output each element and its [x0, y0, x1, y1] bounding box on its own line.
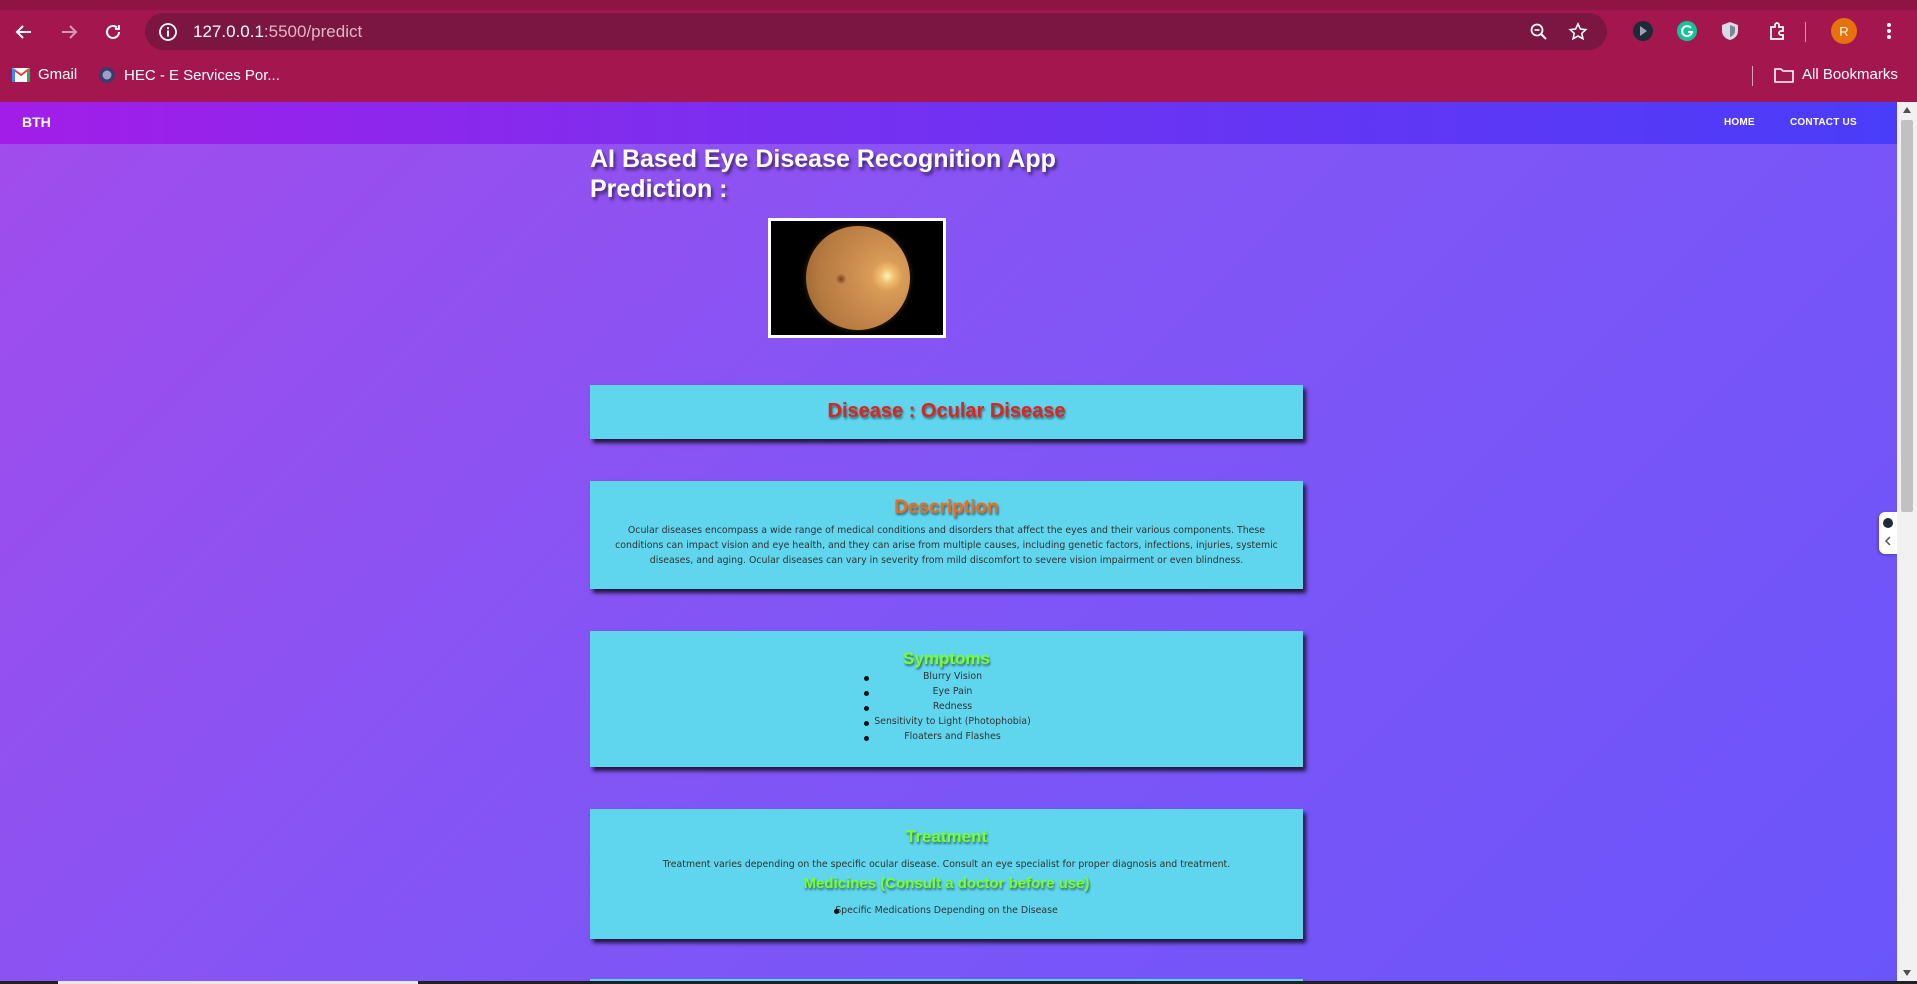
grammarly-icon[interactable] [1674, 18, 1700, 44]
medicines-heading: Medicines (Consult a doctor before use) [803, 875, 1090, 892]
side-panel-toggle[interactable] [1879, 512, 1897, 554]
medicines-list: Specific Medications Depending on the Di… [590, 905, 1303, 916]
all-bookmarks-button[interactable]: All Bookmarks [1774, 66, 1898, 83]
page-scrollbar[interactable] [1897, 102, 1917, 981]
extension-media-icon[interactable] [1630, 18, 1656, 44]
scroll-up-arrow-icon[interactable] [1897, 102, 1917, 118]
bookmark-gmail[interactable]: Gmail [12, 66, 77, 83]
bookmarks-bar: Gmail HEC - E Services Por... All Bookma… [0, 60, 1917, 92]
macula-spot [836, 274, 846, 284]
list-item: Sensitivity to Light (Photophobia) [590, 716, 1303, 731]
side-panel-icon [1883, 518, 1893, 546]
list-item: Floaters and Flashes [590, 731, 1303, 746]
description-card: Description Ocular diseases encompass a … [590, 481, 1303, 589]
site-navbar: BTH HOME CONTACT US [0, 102, 1897, 144]
brand-logo[interactable]: BTH [22, 114, 51, 130]
bookmark-label: HEC - E Services Por... [124, 66, 280, 84]
arrow-left-icon [15, 25, 31, 39]
zoom-icon[interactable] [1528, 21, 1550, 43]
list-item: Redness [590, 701, 1303, 716]
retina-fundus-image [806, 226, 910, 330]
forward-button[interactable] [53, 16, 85, 48]
list-item: Eye Pain [590, 686, 1303, 701]
bookmarks-divider [1752, 66, 1753, 86]
list-item: Specific Medications Depending on the Di… [590, 905, 1303, 916]
treatment-card: Treatment Treatment varies depending on … [590, 809, 1303, 939]
folder-icon [1774, 67, 1794, 83]
page-title: AI Based Eye Disease Recognition App Pre… [590, 144, 1190, 204]
address-bar[interactable]: 127.0.0.1:5500/predict [145, 13, 1607, 50]
nav-home-link[interactable]: HOME [1724, 117, 1755, 128]
description-text: Ocular diseases encompass a wide range o… [615, 525, 1278, 566]
reload-button[interactable] [97, 16, 129, 48]
more-menu-icon[interactable] [1876, 18, 1902, 44]
toolbar-divider [1805, 22, 1806, 42]
gmail-icon [12, 67, 30, 82]
symptoms-card: Symptoms Blurry Vision Eye Pain Redness … [590, 631, 1303, 767]
treatment-heading: Treatment [905, 827, 988, 846]
description-heading: Description [894, 497, 999, 518]
disease-card: Disease : Ocular Disease [590, 385, 1303, 439]
scroll-down-arrow-icon[interactable] [1897, 965, 1917, 981]
browser-toolbar: 127.0.0.1:5500/predict R [0, 10, 1917, 52]
disease-result: Disease : Ocular Disease [827, 400, 1066, 422]
url-path: :5500/predict [263, 22, 363, 41]
symptoms-list: Blurry Vision Eye Pain Redness Sensitivi… [590, 671, 1303, 746]
bookmark-label: Gmail [38, 66, 78, 83]
symptoms-heading: Symptoms [903, 649, 990, 668]
shield-extension-icon[interactable] [1717, 18, 1743, 44]
treatment-text: Treatment varies depending on the specif… [662, 859, 1231, 870]
profile-avatar[interactable]: R [1831, 18, 1857, 44]
bookmark-hec[interactable]: HEC - E Services Por... [98, 66, 280, 84]
reload-icon [106, 24, 120, 39]
bookmark-star-icon[interactable] [1567, 21, 1589, 43]
arrow-right-icon [62, 25, 78, 39]
extensions-puzzle-icon[interactable] [1765, 18, 1791, 44]
nav-contact-link[interactable]: CONTACT US [1790, 117, 1857, 128]
back-button[interactable] [8, 16, 40, 48]
page-title-line1: AI Based Eye Disease Recognition App [590, 145, 1056, 173]
hec-icon [99, 67, 115, 83]
url-text[interactable]: 127.0.0.1:5500/predict [193, 22, 362, 42]
uploaded-eye-image [768, 218, 946, 338]
page-title-line2: Prediction : [590, 175, 728, 203]
url-host: 127.0.0.1 [193, 22, 264, 41]
tab-strip [0, 0, 1917, 10]
page-viewport: BTH HOME CONTACT US AI Based Eye Disease… [0, 102, 1897, 981]
all-bookmarks-label: All Bookmarks [1802, 66, 1898, 83]
scrollbar-thumb[interactable] [1901, 120, 1913, 512]
list-item: Blurry Vision [590, 671, 1303, 686]
site-info-icon[interactable] [157, 21, 179, 43]
